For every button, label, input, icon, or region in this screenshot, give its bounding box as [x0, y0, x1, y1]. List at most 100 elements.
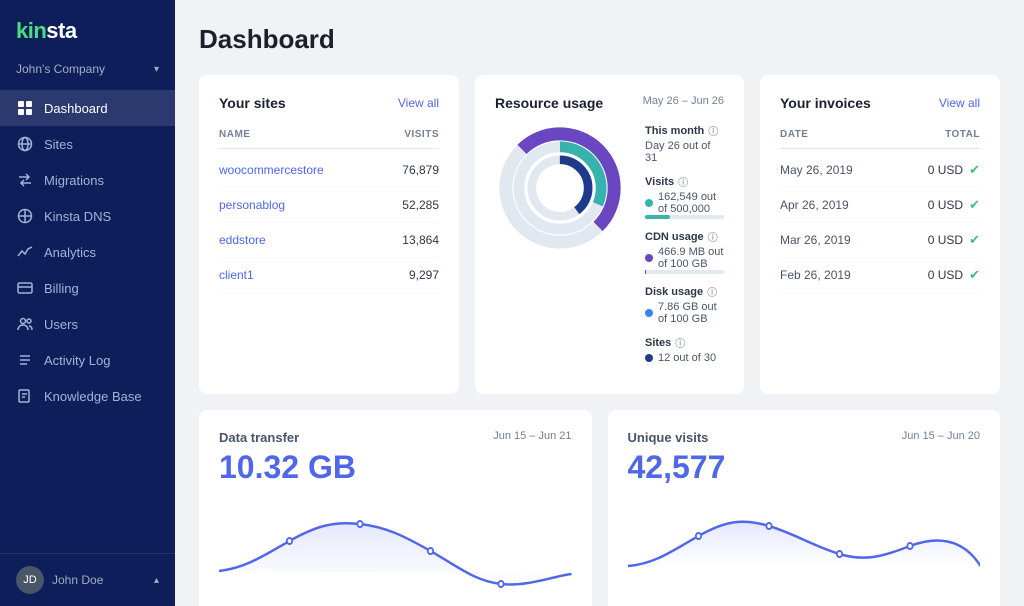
sites-col-visits: VISITS [404, 129, 439, 140]
site-name[interactable]: client1 [219, 268, 254, 282]
check-icon: ✔ [969, 232, 980, 248]
visits-progress-fill [645, 215, 670, 219]
resource-card: Resource usage May 26 – Jun 26 [475, 75, 744, 394]
sites-col-name: NAME [219, 129, 250, 140]
company-name: John's Company [16, 62, 105, 76]
stat-disk-value: 7.86 GB out of 100 GB [645, 301, 724, 325]
sites-card: Your sites View all NAME VISITS woocomme… [199, 75, 459, 394]
unique-visits-date: Jun 15 – Jun 20 [902, 430, 980, 442]
invoice-col-total: TOTAL [945, 129, 980, 140]
site-visits: 76,879 [402, 163, 439, 177]
data-transfer-title: Data transfer [219, 430, 299, 445]
site-name[interactable]: eddstore [219, 233, 266, 247]
data-transfer-card: Data transfer Jun 15 – Jun 21 10.32 GB [199, 410, 592, 606]
resource-card-body: This month ⓘ Day 26 out of 31 Visits ⓘ 1… [495, 123, 724, 374]
stat-sites-label: Sites ⓘ [645, 335, 724, 350]
stat-visits-value: 162,549 out of 500,000 [645, 191, 724, 215]
stat-this-month: This month ⓘ Day 26 out of 31 [645, 123, 724, 164]
sidebar-item-sites[interactable]: Sites [0, 126, 175, 162]
sidebar-item-label-knowledge-base: Knowledge Base [44, 389, 142, 404]
chart-icon [16, 243, 34, 261]
visits-progress-bar [645, 215, 724, 219]
site-visits: 9,297 [409, 268, 439, 282]
site-visits: 52,285 [402, 198, 439, 212]
resource-card-header: Resource usage May 26 – Jun 26 [495, 95, 724, 111]
sidebar-footer: JD John Doe ▴ [0, 553, 175, 606]
resource-date-range: May 26 – Jun 26 [643, 95, 724, 107]
info-icon: ⓘ [675, 335, 685, 350]
donut-chart [495, 123, 625, 253]
sidebar-item-analytics[interactable]: Analytics [0, 234, 175, 270]
sidebar-item-billing[interactable]: Billing [0, 270, 175, 306]
invoice-row: May 26, 2019 0 USD ✔ [780, 153, 980, 188]
sidebar-item-label-migrations: Migrations [44, 173, 104, 188]
resource-card-title: Resource usage [495, 95, 603, 111]
sidebar-item-label-analytics: Analytics [44, 245, 96, 260]
user-info: JD John Doe [16, 566, 103, 594]
sidebar-item-knowledge-base[interactable]: Knowledge Base [0, 378, 175, 414]
unique-visits-chart [628, 496, 981, 596]
disk-dot [645, 309, 653, 317]
user-name: John Doe [52, 573, 103, 587]
invoices-table-header: DATE TOTAL [780, 125, 980, 149]
stat-disk-label: Disk usage ⓘ [645, 284, 724, 299]
site-name[interactable]: personablog [219, 198, 285, 212]
resource-stats: This month ⓘ Day 26 out of 31 Visits ⓘ 1… [645, 123, 724, 374]
info-icon: ⓘ [678, 174, 688, 189]
invoice-row: Feb 26, 2019 0 USD ✔ [780, 258, 980, 293]
grid-icon [16, 99, 34, 117]
company-selector[interactable]: John's Company ▾ [0, 54, 175, 90]
cdn-dot [645, 254, 653, 262]
chevron-up-icon: ▴ [154, 575, 159, 586]
check-icon: ✔ [969, 197, 980, 213]
invoices-card: Your invoices View all DATE TOTAL May 26… [760, 75, 1000, 394]
avatar: JD [16, 566, 44, 594]
credit-card-icon [16, 279, 34, 297]
sidebar-item-label-activity-log: Activity Log [44, 353, 110, 368]
sidebar-item-label-kinsta-dns: Kinsta DNS [44, 209, 111, 224]
stat-sites: Sites ⓘ 12 out of 30 [645, 335, 724, 364]
invoice-row: Mar 26, 2019 0 USD ✔ [780, 223, 980, 258]
stat-cdn: CDN usage ⓘ 466.9 MB out of 100 GB [645, 229, 724, 274]
sidebar-item-dashboard[interactable]: Dashboard [0, 90, 175, 126]
sidebar-item-activity-log[interactable]: Activity Log [0, 342, 175, 378]
invoice-date: Feb 26, 2019 [780, 268, 851, 282]
invoices-card-title: Your invoices [780, 95, 871, 111]
unique-visits-title: Unique visits [628, 430, 709, 445]
site-row: woocommercestore 76,879 [219, 153, 439, 188]
sites-card-header: Your sites View all [219, 95, 439, 111]
sites-dot [645, 354, 653, 362]
invoice-date: Apr 26, 2019 [780, 198, 849, 212]
invoice-row: Apr 26, 2019 0 USD ✔ [780, 188, 980, 223]
sidebar-item-kinsta-dns[interactable]: Kinsta DNS [0, 198, 175, 234]
arrow-transfer-icon [16, 171, 34, 189]
sidebar-item-migrations[interactable]: Migrations [0, 162, 175, 198]
users-icon [16, 315, 34, 333]
data-transfer-header: Data transfer Jun 15 – Jun 21 [219, 430, 572, 445]
data-transfer-date: Jun 15 – Jun 21 [493, 430, 571, 442]
sidebar-item-users[interactable]: Users [0, 306, 175, 342]
data-transfer-chart [219, 496, 572, 596]
donut-svg [495, 123, 625, 253]
top-cards-row: Your sites View all NAME VISITS woocomme… [199, 75, 1000, 394]
site-row: personablog 52,285 [219, 188, 439, 223]
data-transfer-value: 10.32 GB [219, 449, 572, 486]
sidebar-item-label-billing: Billing [44, 281, 79, 296]
stat-visits: Visits ⓘ 162,549 out of 500,000 [645, 174, 724, 219]
invoices-view-all[interactable]: View all [939, 96, 980, 110]
site-row: eddstore 13,864 [219, 223, 439, 258]
stat-disk: Disk usage ⓘ 7.86 GB out of 100 GB [645, 284, 724, 325]
stat-visits-label: Visits ⓘ [645, 174, 724, 189]
invoice-amount: 0 USD ✔ [928, 162, 980, 178]
logo: kinsta [16, 18, 159, 44]
bottom-cards-row: Data transfer Jun 15 – Jun 21 10.32 GB [199, 410, 1000, 606]
stat-cdn-label: CDN usage ⓘ [645, 229, 724, 244]
stat-this-month-value: Day 26 out of 31 [645, 140, 724, 164]
check-icon: ✔ [969, 162, 980, 178]
invoice-col-date: DATE [780, 129, 808, 140]
sites-view-all[interactable]: View all [398, 96, 439, 110]
site-name[interactable]: woocommercestore [219, 163, 324, 177]
logo-area: kinsta [0, 0, 175, 54]
sites-card-title: Your sites [219, 95, 286, 111]
invoice-amount: 0 USD ✔ [928, 267, 980, 283]
